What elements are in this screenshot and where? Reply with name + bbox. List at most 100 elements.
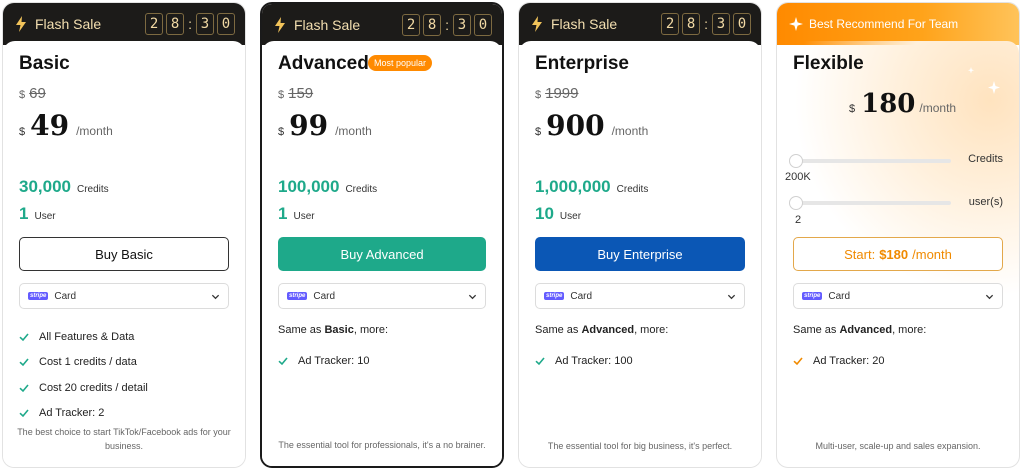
plan-name: Advanced: [278, 53, 369, 74]
currency-symbol: $: [535, 89, 542, 101]
credits-slider-handle[interactable]: [789, 154, 803, 168]
flash-sale-banner: Flash Sale 2 8 : 3 0: [519, 3, 761, 45]
buy-enterprise-button[interactable]: Buy Enterprise: [535, 237, 745, 271]
plan-body: Basic $69 $ 49 /month 30,000 Credits 1 U…: [3, 41, 245, 467]
original-price-value: 159: [288, 85, 314, 102]
plan-card-flexible: Best Recommend For Team Flexible $ 180 /…: [776, 2, 1020, 468]
users-label: User: [559, 211, 582, 222]
feature-text: Ad Tracker: 10: [298, 354, 370, 367]
banner-title: Flash Sale: [294, 16, 361, 33]
plan-name: Basic: [19, 53, 70, 74]
check-icon: [535, 357, 545, 365]
team-recommend-banner: Best Recommend For Team: [777, 3, 1019, 45]
users-slider[interactable]: [789, 196, 951, 210]
timer-digit: 0: [733, 13, 751, 35]
credits-value: 30,000: [19, 177, 71, 196]
check-icon: [278, 357, 288, 365]
same-as-plan: Advanced: [581, 324, 635, 336]
feature-item: All Features & Data: [19, 324, 235, 350]
feature-list: Ad Tracker: 20: [793, 348, 1009, 374]
lightning-bolt-icon: [16, 16, 26, 32]
feature-list: Ad Tracker: 10: [278, 348, 492, 374]
users-value: 10: [535, 204, 554, 223]
price-period: /month: [611, 124, 649, 138]
feature-text: Cost 20 credits / detail: [39, 381, 148, 394]
current-price: $ 180 /month: [849, 89, 956, 119]
payment-method-label: Card: [54, 290, 77, 302]
payment-method-label: Card: [570, 290, 593, 302]
timer-digit: 2: [661, 13, 680, 35]
buy-basic-button[interactable]: Buy Basic: [19, 237, 229, 271]
currency-symbol: $: [278, 126, 285, 138]
timer-digit: 3: [453, 13, 471, 36]
same-as-text: Same as Advanced, more:: [535, 324, 668, 336]
plan-card-enterprise: Flash Sale 2 8 : 3 0 Enterprise $1999 $ …: [518, 2, 762, 468]
users-amount: 10 User: [535, 204, 581, 224]
currency-symbol: $: [278, 89, 285, 101]
same-as-suffix: , more:: [353, 324, 389, 336]
payment-method-select[interactable]: stripe Card: [793, 283, 1003, 309]
credits-amount: 30,000 Credits: [19, 177, 109, 197]
chevron-down-icon: [985, 294, 994, 299]
original-price-value: 69: [29, 85, 46, 102]
price-period: /month: [76, 124, 113, 138]
check-icon: [19, 384, 29, 392]
current-price: $ 900 /month: [535, 109, 648, 142]
timer-separator: :: [188, 16, 192, 32]
payment-method-select[interactable]: stripe Card: [19, 283, 229, 309]
buy-advanced-button[interactable]: Buy Advanced: [278, 237, 486, 271]
users-label: User: [34, 211, 56, 222]
same-as-prefix: Same as: [278, 324, 322, 336]
lightning-bolt-icon: [275, 16, 285, 33]
current-price: $ 99 /month: [278, 109, 372, 142]
same-as-text: Same as Basic, more:: [278, 324, 388, 336]
plan-footer-text: Multi-user, scale-up and sales expansion…: [815, 441, 981, 451]
credits-slider-label: Credits: [968, 153, 1003, 165]
credits-label: Credits: [616, 184, 649, 195]
credits-slider-value: 200K: [785, 171, 811, 183]
current-price: $ 49 /month: [19, 109, 113, 142]
plan-body: Enterprise $1999 $ 900 /month 1,000,000 …: [519, 41, 761, 467]
timer-digit: 8: [166, 13, 185, 35]
banner-title: Flash Sale: [551, 16, 618, 32]
banner-title: Best Recommend For Team: [809, 17, 959, 31]
price-amount: 99: [289, 109, 329, 142]
payment-method-select[interactable]: stripe Card: [535, 283, 745, 309]
feature-text: Ad Tracker: 2: [39, 407, 105, 420]
plan-card-basic: Flash Sale 2 8 : 3 0 Basic $69 $ 49 /mon…: [2, 2, 246, 468]
countdown-timer: 2 8 : 3 0: [402, 13, 492, 36]
start-flexible-button[interactable]: Start: $180 /month: [793, 237, 1003, 271]
feature-item: Ad Tracker: 10: [278, 348, 492, 374]
payment-method-select[interactable]: stripe Card: [278, 283, 486, 309]
chevron-down-icon: [468, 294, 477, 299]
original-price: $1999: [535, 85, 579, 102]
plan-footer-text: The essential tool for professionals, it…: [278, 440, 486, 450]
same-as-suffix: , more:: [634, 324, 669, 336]
feature-text: Cost 1 credits / data: [39, 356, 137, 369]
feature-list: All Features & Data Cost 1 credits / dat…: [19, 324, 235, 426]
countdown-timer: 2 8 : 3 0: [145, 13, 235, 35]
plan-footer-text: The best choice to start TikTok/Facebook…: [17, 427, 231, 451]
timer-separator: :: [445, 16, 449, 33]
timer-digit: 2: [145, 13, 164, 35]
currency-symbol: $: [535, 126, 542, 138]
stripe-logo: stripe: [28, 292, 49, 300]
flash-sale-banner: Flash Sale 2 8 : 3 0: [3, 3, 245, 45]
users-slider-handle[interactable]: [789, 196, 803, 210]
timer-digit: 3: [712, 13, 730, 35]
credits-amount: 100,000 Credits: [278, 177, 377, 197]
plan-footer-text: The essential tool for big business, it'…: [547, 441, 733, 451]
flash-sale-banner: Flash Sale 2 8 : 3 0: [262, 4, 502, 45]
feature-item: Ad Tracker: 2: [19, 401, 235, 427]
currency-symbol: $: [19, 89, 26, 101]
most-popular-badge: Most popular: [368, 55, 433, 71]
chevron-down-icon: [727, 294, 736, 299]
credits-slider[interactable]: [789, 154, 951, 168]
users-label: User: [293, 211, 315, 222]
credits-label: Credits: [77, 184, 109, 195]
stripe-logo: stripe: [802, 292, 823, 300]
same-as-plan: Basic: [324, 324, 354, 336]
start-amount: $180: [879, 246, 909, 262]
chevron-down-icon: [211, 294, 220, 299]
users-slider-value: 2: [795, 214, 802, 226]
